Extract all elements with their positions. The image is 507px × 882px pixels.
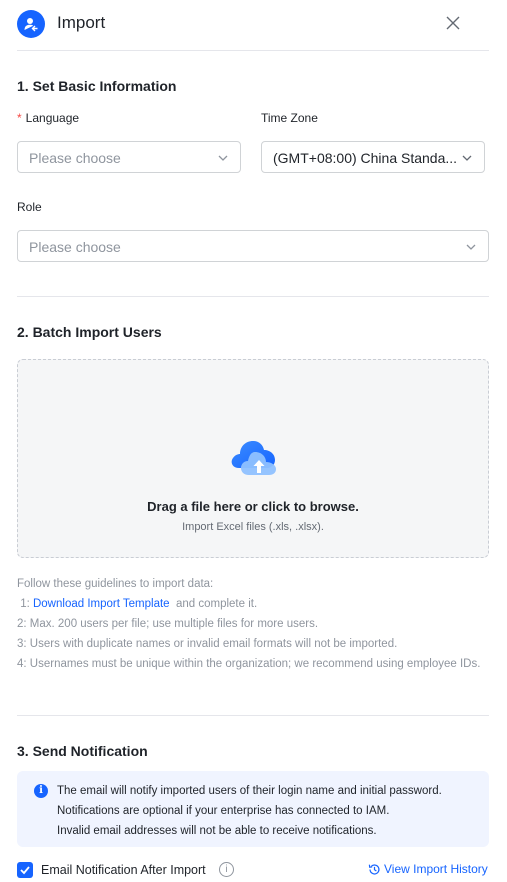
language-label-text: Language [25, 111, 80, 125]
language-select[interactable]: Please choose [17, 141, 241, 173]
guideline-1-suffix: and complete it. [169, 598, 258, 610]
timezone-value: (GMT+08:00) China Standa... [273, 150, 458, 166]
section-divider [17, 715, 489, 716]
view-import-history-label: View Import History [384, 862, 488, 876]
info-icon: i [34, 784, 48, 798]
notification-info-box: i The email will notify imported users o… [17, 771, 489, 847]
user-import-icon [17, 10, 45, 38]
history-icon [368, 863, 380, 875]
required-mark: * [17, 111, 22, 125]
section-basic-info-title: 1. Set Basic Information [17, 78, 177, 94]
role-select[interactable]: Please choose [17, 230, 489, 262]
file-upload-dropzone[interactable]: Drag a file here or click to browse. Imp… [17, 359, 489, 558]
download-template-link[interactable]: Download Import Template [33, 598, 170, 610]
guideline-item-1: 1: Download Import Template and complete… [17, 594, 489, 614]
notice-line-3: Invalid email addresses will not be able… [57, 825, 377, 837]
notice-lines: The email will notify imported users of … [57, 781, 442, 841]
section-notification-title: 3. Send Notification [17, 743, 148, 759]
email-notification-checkbox[interactable] [17, 862, 33, 878]
guideline-item-3: 3: Users with duplicate names or invalid… [17, 638, 398, 650]
language-label: * Language [17, 111, 79, 125]
close-icon[interactable] [444, 14, 462, 32]
notice-line-1: The email will notify imported users of … [57, 785, 442, 797]
view-import-history-link[interactable]: View Import History [368, 862, 488, 876]
chevron-down-icon [462, 155, 472, 161]
section-divider [17, 296, 489, 297]
chevron-down-icon [466, 244, 476, 250]
email-notification-label[interactable]: Email Notification After Import [41, 863, 206, 877]
upload-sub-text: Import Excel files (.xls, .xlsx). [182, 521, 324, 533]
check-icon [20, 866, 30, 875]
role-label: Role [17, 200, 42, 214]
cloud-upload-icon [231, 441, 276, 475]
header-divider [17, 50, 489, 51]
panel-header: Import [0, 0, 507, 50]
import-panel: Import 1. Set Basic Information * Languag… [0, 0, 507, 882]
role-placeholder: Please choose [29, 239, 121, 255]
language-placeholder: Please choose [29, 150, 121, 166]
help-icon[interactable]: i [219, 862, 234, 877]
notice-line-2: Notifications are optional if your enter… [57, 805, 390, 817]
guideline-1-prefix: 1: [17, 598, 33, 610]
upload-main-text: Drag a file here or click to browse. [147, 499, 359, 514]
section-batch-import-title: 2. Batch Import Users [17, 324, 162, 340]
chevron-down-icon [218, 155, 228, 161]
timezone-select[interactable]: (GMT+08:00) China Standa... [261, 141, 485, 173]
guideline-item-2: 2: Max. 200 users per file; use multiple… [17, 618, 319, 630]
guideline-item-4: 4: Usernames must be unique within the o… [17, 658, 481, 670]
import-guidelines: Follow these guidelines to import data: … [17, 574, 489, 674]
guidelines-intro: Follow these guidelines to import data: [17, 578, 214, 590]
panel-title: Import [57, 13, 106, 32]
timezone-label: Time Zone [261, 111, 318, 125]
